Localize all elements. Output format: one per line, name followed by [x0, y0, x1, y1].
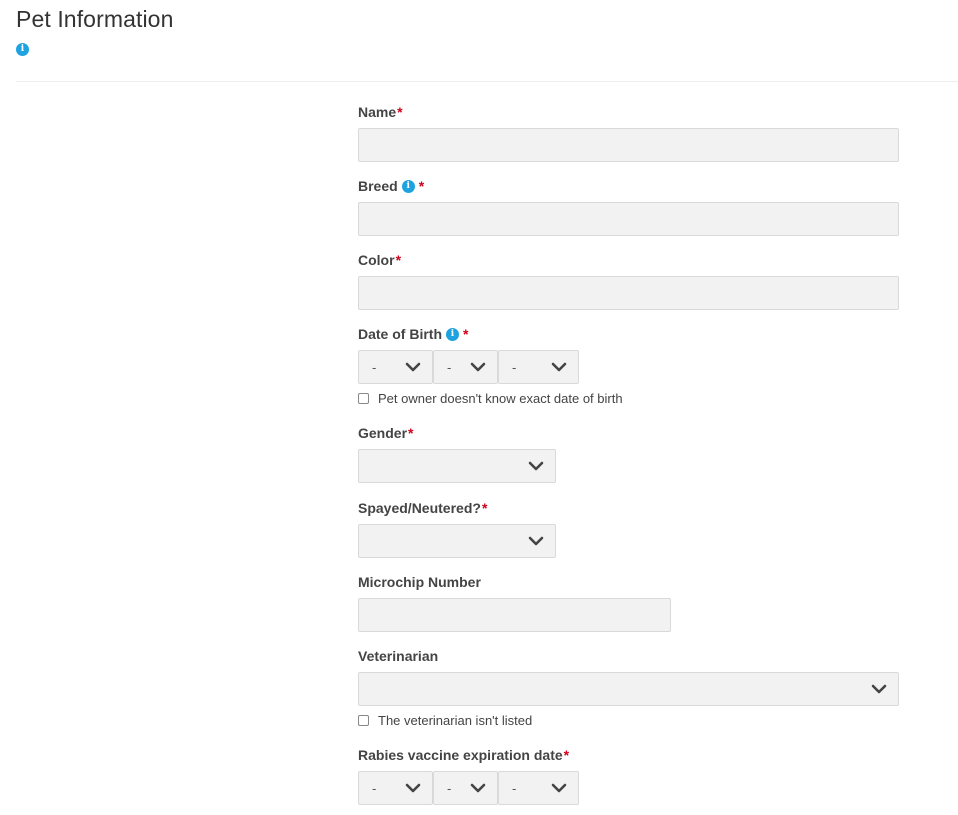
microchip-label: Microchip Number: [358, 574, 481, 590]
rabies-expiration-label: Rabies vaccine expiration date *: [358, 747, 570, 763]
vet-not-listed-checkbox-row[interactable]: The veterinarian isn't listed: [358, 713, 532, 728]
chevron-down-icon: [528, 461, 544, 471]
breed-info-icon[interactable]: i: [401, 179, 415, 193]
gender-label: Gender *: [358, 425, 414, 441]
header-divider: [16, 81, 958, 82]
rabies-year-value: -: [512, 780, 517, 796]
gender-select[interactable]: [358, 449, 556, 483]
name-input[interactable]: [358, 128, 899, 162]
dob-year-select[interactable]: -: [498, 350, 579, 384]
page-title: Pet Information: [16, 6, 174, 32]
dob-year-value: -: [512, 359, 517, 375]
spayed-neutered-label: Spayed/Neutered? *: [358, 500, 488, 516]
required-marker: *: [408, 425, 414, 441]
date-of-birth-info-icon[interactable]: i: [446, 327, 459, 341]
dob-month-select[interactable]: -: [358, 350, 433, 384]
required-marker: *: [481, 500, 488, 516]
dob-day-select[interactable]: -: [433, 350, 498, 384]
chevron-down-icon: [528, 536, 544, 546]
required-marker: *: [563, 747, 570, 763]
required-marker: *: [418, 178, 425, 194]
veterinarian-select[interactable]: [358, 672, 899, 706]
required-marker: *: [397, 104, 403, 120]
microchip-input[interactable]: [358, 598, 671, 632]
dob-unknown-checkbox-label: Pet owner doesn't know exact date of bir…: [378, 391, 623, 406]
veterinarian-label: Veterinarian: [358, 648, 439, 664]
spayed-neutered-select[interactable]: [358, 524, 556, 558]
breed-input[interactable]: [358, 202, 899, 236]
chevron-down-icon: [405, 362, 421, 372]
info-icon[interactable]: i: [16, 43, 29, 56]
required-marker: *: [463, 326, 469, 342]
rabies-year-select[interactable]: -: [498, 771, 579, 805]
chevron-down-icon: [470, 362, 486, 372]
rabies-month-value: -: [372, 780, 377, 796]
rabies-month-select[interactable]: -: [358, 771, 433, 805]
dob-unknown-checkbox[interactable]: [358, 393, 369, 404]
vet-not-listed-checkbox-label: The veterinarian isn't listed: [378, 713, 533, 728]
chevron-down-icon: [871, 684, 887, 694]
color-label: Color *: [358, 252, 402, 268]
chevron-down-icon: [470, 783, 486, 793]
breed-label: Breed i *: [358, 178, 425, 194]
rabies-day-value: -: [447, 780, 452, 796]
color-input[interactable]: [358, 276, 899, 310]
dob-unknown-checkbox-row[interactable]: Pet owner doesn't know exact date of bir…: [358, 391, 623, 406]
rabies-day-select[interactable]: -: [433, 771, 498, 805]
required-marker: *: [395, 252, 402, 268]
vet-not-listed-checkbox[interactable]: [358, 715, 369, 726]
dob-day-value: -: [447, 359, 452, 375]
chevron-down-icon: [551, 362, 567, 372]
dob-month-value: -: [372, 359, 377, 375]
chevron-down-icon: [551, 783, 567, 793]
date-of-birth-label: Date of Birth i *: [358, 326, 469, 342]
name-label: Name *: [358, 104, 403, 120]
chevron-down-icon: [405, 783, 421, 793]
